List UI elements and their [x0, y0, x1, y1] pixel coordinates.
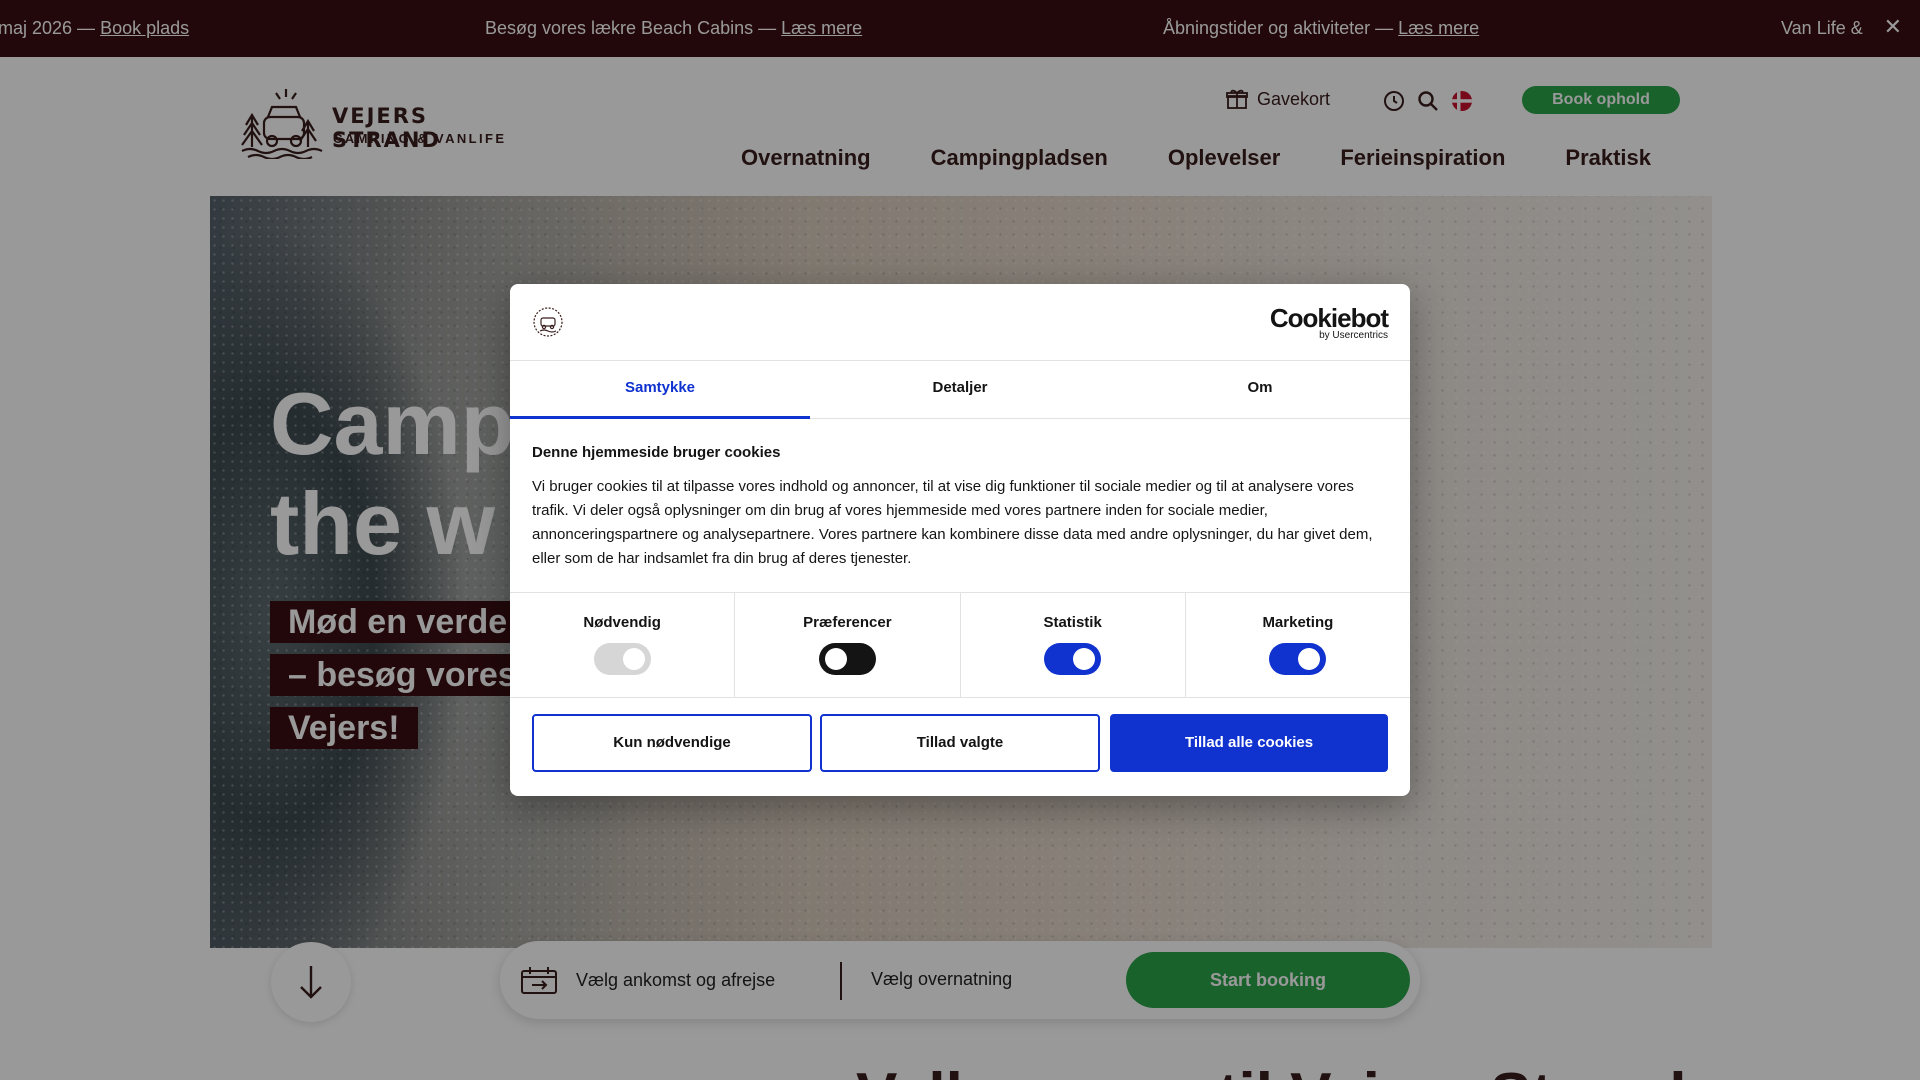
necessary-toggle: [593, 643, 651, 675]
toggle-cell-statistics: Statistik: [961, 593, 1186, 697]
toggle-cell-preferences: Præferencer: [735, 593, 961, 697]
allow-all-cookies-button[interactable]: Tillad alle cookies: [1110, 714, 1388, 772]
preferences-toggle[interactable]: [818, 643, 876, 675]
dialog-header: Cookiebot by Usercentrics: [510, 284, 1410, 361]
site-seal-icon: [533, 307, 563, 337]
tab-detaljer[interactable]: Detaljer: [810, 361, 1110, 418]
tab-samtykke[interactable]: Samtykke: [510, 361, 810, 419]
tab-om[interactable]: Om: [1110, 361, 1410, 418]
toggle-label: Statistik: [1043, 614, 1102, 631]
marketing-toggle[interactable]: [1269, 643, 1327, 675]
toggle-cell-necessary: Nødvendig: [510, 593, 736, 697]
statistics-toggle[interactable]: [1044, 643, 1102, 675]
toggle-label: Præferencer: [803, 614, 892, 631]
necessary-only-button[interactable]: Kun nødvendige: [532, 714, 812, 772]
cookiebot-logo: Cookiebot by Usercentrics: [1269, 303, 1389, 341]
dialog-tabs: Samtykke Detaljer Om: [510, 361, 1410, 419]
toggle-label: Marketing: [1262, 614, 1334, 631]
dialog-text: Vi bruger cookies til at tilpasse vores …: [532, 478, 1373, 567]
dialog-body: Denne hjemmeside bruger cookies Vi bruge…: [532, 444, 1388, 571]
toggle-cell-marketing: Marketing: [1186, 593, 1410, 697]
cookie-consent-dialog: Cookiebot by Usercentrics Samtykke Detal…: [510, 284, 1410, 796]
dialog-actions: Kun nødvendige Tillad valgte Tillad alle…: [532, 714, 1388, 772]
toggle-label: Nødvendig: [583, 614, 661, 631]
consent-toggles: Nødvendig Præferencer Statistik Marketin…: [510, 592, 1410, 698]
allow-selected-button[interactable]: Tillad valgte: [820, 714, 1100, 772]
dialog-heading: Denne hjemmeside bruger cookies: [532, 444, 781, 461]
